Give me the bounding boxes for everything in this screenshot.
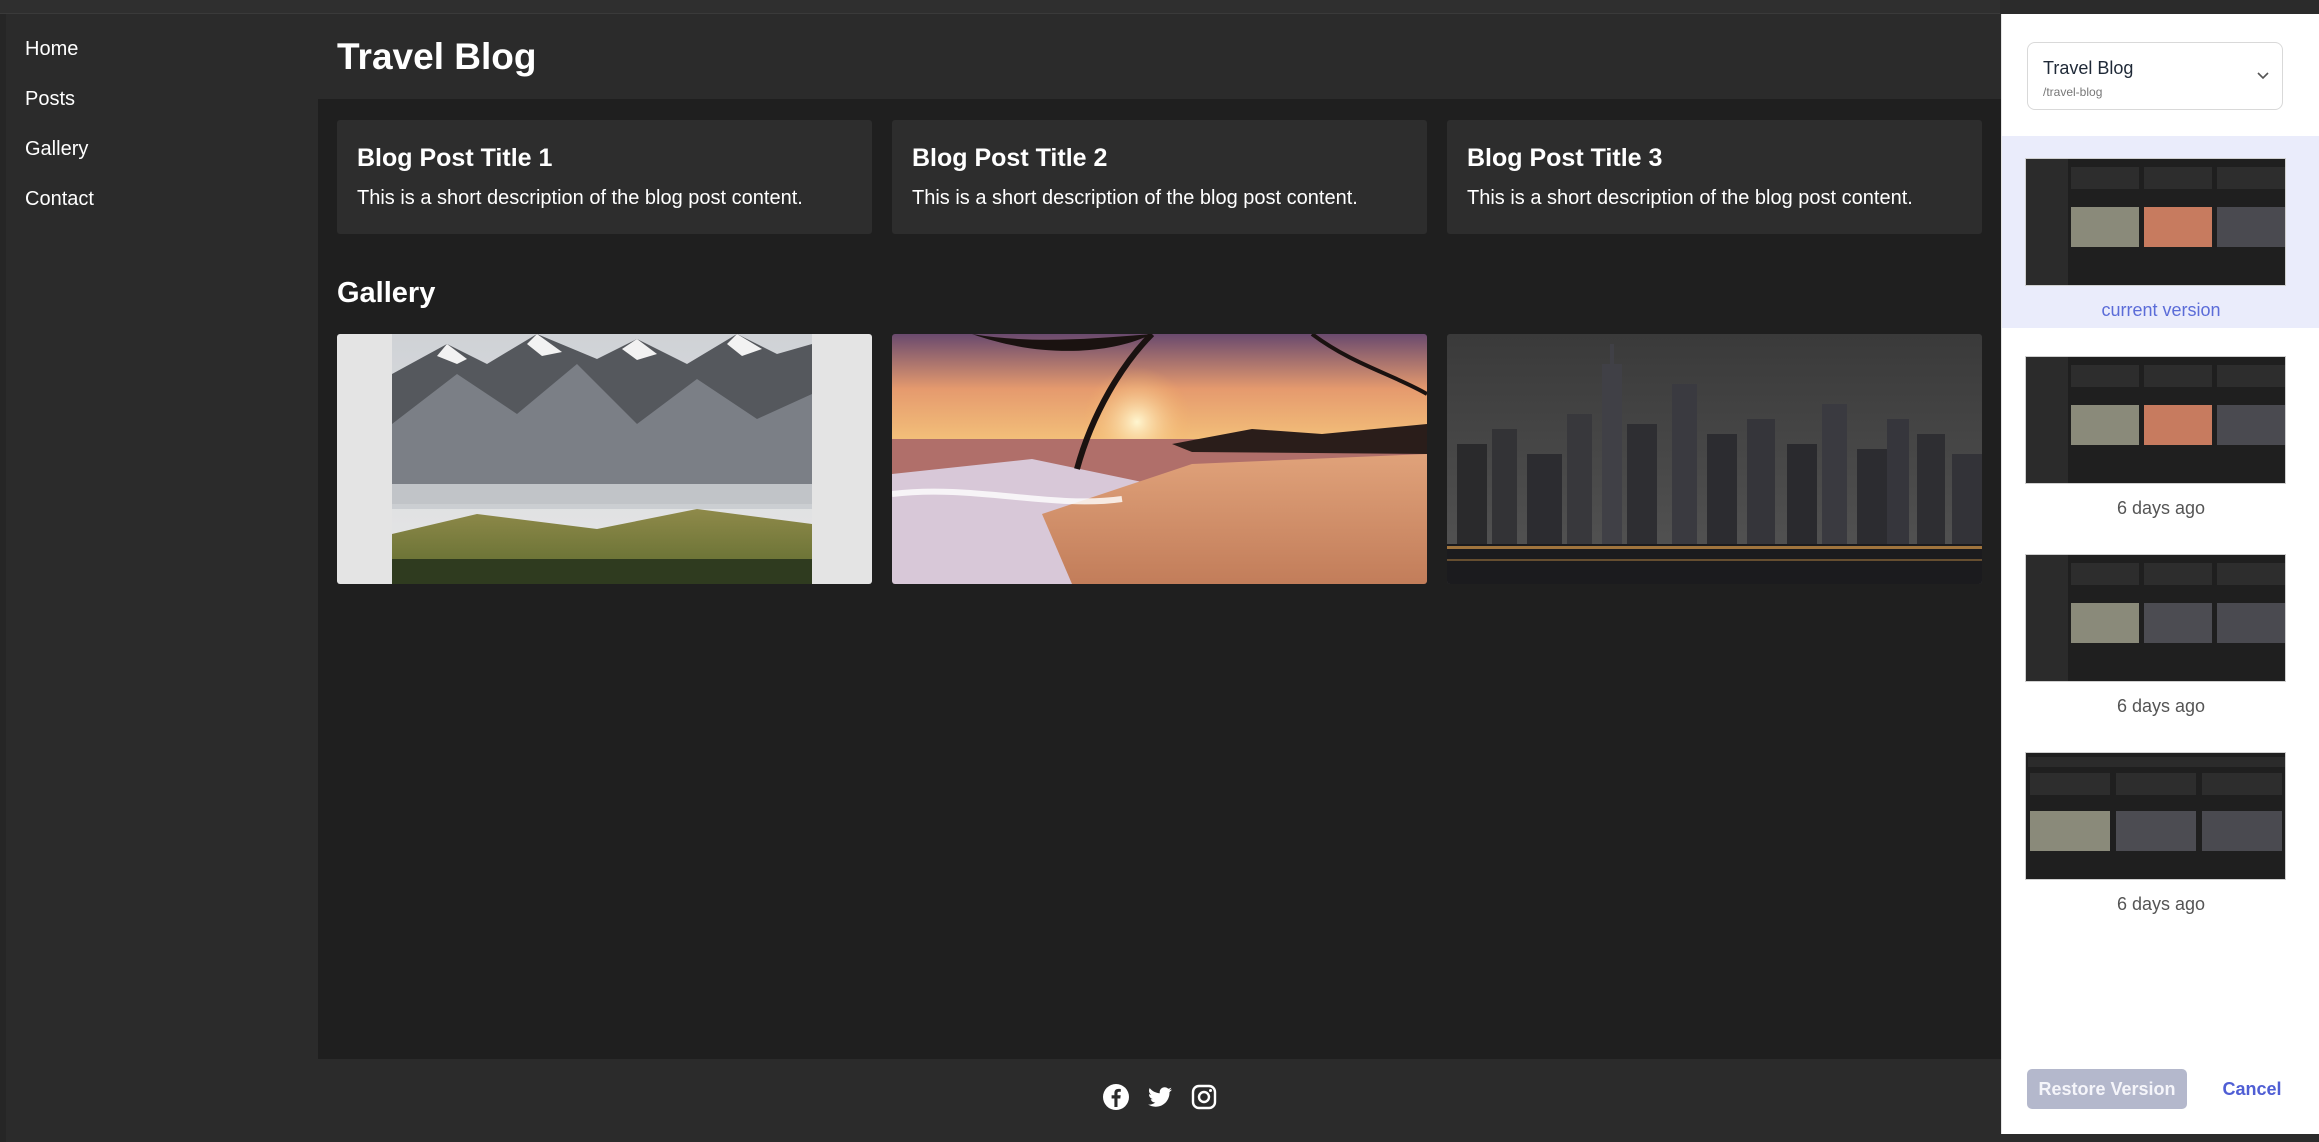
sidebar-item-gallery[interactable]: Gallery [25, 138, 88, 161]
version-thumbnail [2025, 752, 2286, 880]
version-thumbnail [2025, 158, 2286, 286]
cancel-button[interactable]: Cancel [2212, 1069, 2292, 1109]
sidebar-item-contact[interactable]: Contact [25, 188, 94, 211]
app-window: Home Posts Gallery Contact Travel Blog B… [0, 0, 2319, 1142]
city-skyline-image [1447, 334, 1982, 584]
gallery-heading: Gallery [337, 277, 436, 309]
chevron-down-icon [2257, 72, 2269, 80]
gallery-image-city[interactable] [1447, 334, 1982, 584]
blog-post-card[interactable]: Blog Post Title 3 This is a short descri… [1447, 120, 1982, 234]
blog-post-title: Blog Post Title 2 [912, 144, 1108, 172]
project-path: /travel-blog [2043, 85, 2103, 99]
page-header: Travel Blog [318, 14, 2001, 99]
version-label: 6 days ago [2116, 696, 2206, 716]
version-history-panel: Travel Blog /travel-blog current version [2001, 14, 2319, 1134]
gallery-image-mountains[interactable] [337, 334, 872, 584]
blog-post-card[interactable]: Blog Post Title 2 This is a short descri… [892, 120, 1427, 234]
mountain-image [337, 334, 872, 584]
instagram-icon[interactable] [1190, 1083, 1218, 1111]
facebook-icon[interactable] [1102, 1083, 1130, 1111]
version-label: 6 days ago [2116, 498, 2206, 518]
project-selector[interactable]: Travel Blog /travel-blog [2027, 42, 2283, 110]
blog-post-description: This is a short description of the blog … [912, 187, 1358, 209]
blog-post-title: Blog Post Title 3 [1467, 144, 1663, 172]
version-item[interactable]: 6 days ago [2002, 334, 2319, 526]
page-footer [318, 1059, 2001, 1134]
blog-post-description: This is a short description of the blog … [1467, 187, 1913, 209]
twitter-icon[interactable] [1146, 1083, 1174, 1111]
beach-sunset-image [892, 334, 1427, 584]
blog-post-title: Blog Post Title 1 [357, 144, 553, 172]
sidebar-item-posts[interactable]: Posts [25, 88, 75, 111]
sidebar: Home Posts Gallery Contact [6, 14, 318, 1134]
top-strip [0, 0, 2000, 14]
version-label: 6 days ago [2116, 894, 2206, 914]
version-thumbnail [2025, 554, 2286, 682]
version-item-current[interactable]: current version [2002, 136, 2319, 328]
page-title: Travel Blog [337, 36, 537, 77]
blog-post-card[interactable]: Blog Post Title 1 This is a short descri… [337, 120, 872, 234]
blog-post-description: This is a short description of the blog … [357, 187, 803, 209]
version-label: current version [2101, 300, 2221, 320]
sidebar-item-home[interactable]: Home [25, 38, 78, 61]
gallery-image-beach[interactable] [892, 334, 1427, 584]
version-item[interactable]: 6 days ago [2002, 532, 2319, 724]
restore-version-button[interactable]: Restore Version [2027, 1069, 2187, 1109]
version-thumbnail [2025, 356, 2286, 484]
main-content: Travel Blog Blog Post Title 1 This is a … [318, 14, 2001, 1134]
project-name: Travel Blog [2043, 58, 2134, 78]
version-item[interactable]: 6 days ago [2002, 730, 2319, 922]
